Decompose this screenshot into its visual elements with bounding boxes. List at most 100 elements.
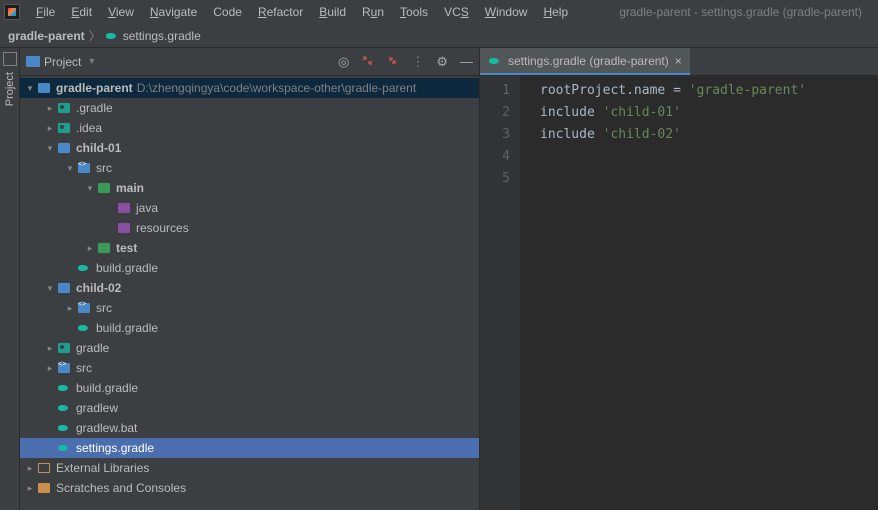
tree-build-gradle-root[interactable]: build.gradle	[20, 378, 479, 398]
folder-icon	[56, 343, 72, 353]
gradle-icon	[488, 56, 502, 66]
chevron-down-icon[interactable]: ▾	[89, 56, 94, 67]
chevron-right-icon[interactable]: ▸	[24, 483, 36, 494]
project-tree[interactable]: ▾ gradle-parent D:\zhengqingya\code\work…	[20, 76, 479, 510]
settings-icon[interactable]: ⚙	[436, 54, 448, 70]
chevron-down-icon[interactable]: ▾	[44, 143, 56, 154]
main-area: Project Project ▾ ◎ ⋮ ⚙ — ▾ grad	[0, 48, 878, 510]
menubar: File Edit View Navigate Code Refactor Bu…	[0, 0, 878, 24]
tree-java[interactable]: java	[20, 198, 479, 218]
folder-icon	[116, 223, 132, 233]
folder-icon	[56, 143, 72, 153]
chevron-right-icon[interactable]: ▸	[24, 463, 36, 474]
src-folder-icon	[76, 163, 92, 173]
tree-resources[interactable]: resources	[20, 218, 479, 238]
hide-icon[interactable]: —	[460, 54, 473, 69]
tree-child-02[interactable]: ▾ child-02	[20, 278, 479, 298]
editor-tabs: settings.gradle (gradle-parent) ×	[480, 48, 878, 76]
tree-main[interactable]: ▾ main	[20, 178, 479, 198]
menu-navigate[interactable]: Navigate	[142, 3, 205, 21]
tree-gradle-dir[interactable]: ▸ gradle	[20, 338, 479, 358]
close-icon[interactable]: ×	[675, 54, 682, 68]
project-view-icon	[26, 56, 40, 67]
breadcrumb-file[interactable]: settings.gradle	[123, 29, 201, 43]
tree-root[interactable]: ▾ gradle-parent D:\zhengqingya\code\work…	[20, 78, 479, 98]
tree-root-path: D:\zhengqingya\code\workspace-other\grad…	[137, 81, 417, 95]
tree-src-3[interactable]: ▸ src	[20, 358, 479, 378]
tree-external-libraries[interactable]: ▸ External Libraries	[20, 458, 479, 478]
folder-icon	[56, 283, 72, 293]
tree-gradlew[interactable]: gradlew	[20, 398, 479, 418]
project-tool-label[interactable]: Project	[4, 72, 16, 106]
library-icon	[36, 463, 52, 473]
tool-strip-left: Project	[0, 48, 20, 510]
folder-icon	[96, 183, 112, 193]
editor[interactable]: 1 2 3 4 5 rootProject.name = 'gradle-par…	[480, 76, 878, 510]
tree-dot-idea[interactable]: ▸ .idea	[20, 118, 479, 138]
gradle-icon	[76, 263, 92, 273]
tree-src-1[interactable]: ▾ src	[20, 158, 479, 178]
menu-file[interactable]: File	[28, 3, 63, 21]
chevron-down-icon[interactable]: ▾	[24, 83, 36, 94]
menu-help[interactable]: Help	[535, 3, 576, 21]
menu-run[interactable]: Run	[354, 3, 392, 21]
tree-dot-gradle[interactable]: ▸ .gradle	[20, 98, 479, 118]
project-panel-title[interactable]: Project	[44, 55, 81, 69]
project-tool-icon[interactable]	[3, 52, 17, 66]
app-icon	[4, 4, 20, 20]
tree-src-2[interactable]: ▸ src	[20, 298, 479, 318]
tree-build-gradle-1[interactable]: build.gradle	[20, 258, 479, 278]
editor-panel: settings.gradle (gradle-parent) × 1 2 3 …	[480, 48, 878, 510]
chevron-down-icon[interactable]: ▾	[44, 283, 56, 294]
window-title: gradle-parent - settings.gradle (gradle-…	[619, 5, 874, 19]
menu-code[interactable]: Code	[205, 3, 250, 21]
project-panel-header: Project ▾ ◎ ⋮ ⚙ —	[20, 48, 479, 76]
chevron-down-icon[interactable]: ▾	[64, 163, 76, 174]
menu-view[interactable]: View	[100, 3, 142, 21]
menu-edit[interactable]: Edit	[63, 3, 100, 21]
tree-build-gradle-2[interactable]: build.gradle	[20, 318, 479, 338]
expand-all-icon[interactable]	[361, 54, 374, 70]
gradle-icon	[76, 323, 92, 333]
gradle-icon	[56, 403, 72, 413]
collapse-all-icon[interactable]	[386, 54, 399, 70]
tree-scratches[interactable]: ▸ Scratches and Consoles	[20, 478, 479, 498]
project-panel: Project ▾ ◎ ⋮ ⚙ — ▾ gradle-parent D:\zhe…	[20, 48, 480, 510]
folder-icon	[56, 123, 72, 133]
folder-icon	[36, 83, 52, 93]
tree-child-01[interactable]: ▾ child-01	[20, 138, 479, 158]
gradle-icon	[56, 423, 72, 433]
folder-icon	[96, 243, 112, 253]
chevron-right-icon[interactable]: ▸	[44, 103, 56, 114]
chevron-right-icon[interactable]: ▸	[44, 363, 56, 374]
gradle-icon	[56, 383, 72, 393]
tree-gradlew-bat[interactable]: gradlew.bat	[20, 418, 479, 438]
divider: ⋮	[411, 54, 424, 70]
scratch-icon	[36, 483, 52, 493]
breadcrumb-sep: 〉	[89, 27, 101, 44]
chevron-down-icon[interactable]: ▾	[84, 183, 96, 194]
tree-settings-gradle[interactable]: settings.gradle	[20, 438, 479, 458]
target-icon[interactable]: ◎	[338, 54, 349, 70]
gradle-icon	[56, 443, 72, 453]
menu-build[interactable]: Build	[311, 3, 354, 21]
menu-refactor[interactable]: Refactor	[250, 3, 311, 21]
editor-tab-settings-gradle[interactable]: settings.gradle (gradle-parent) ×	[480, 48, 690, 75]
src-folder-icon	[76, 303, 92, 313]
breadcrumb-root[interactable]: gradle-parent	[8, 29, 85, 43]
tree-test[interactable]: ▸ test	[20, 238, 479, 258]
gradle-icon	[105, 31, 119, 41]
folder-icon	[56, 103, 72, 113]
chevron-right-icon[interactable]: ▸	[44, 343, 56, 354]
breadcrumb: gradle-parent 〉 settings.gradle	[0, 24, 878, 48]
chevron-right-icon[interactable]: ▸	[44, 123, 56, 134]
menu-window[interactable]: Window	[477, 3, 536, 21]
src-folder-icon	[56, 363, 72, 373]
chevron-right-icon[interactable]: ▸	[84, 243, 96, 254]
chevron-right-icon[interactable]: ▸	[64, 303, 76, 314]
menu-vcs[interactable]: VCS	[436, 3, 477, 21]
editor-code[interactable]: rootProject.name = 'gradle-parent' inclu…	[520, 76, 878, 510]
folder-icon	[116, 203, 132, 213]
menu-tools[interactable]: Tools	[392, 3, 436, 21]
tree-root-label: gradle-parent	[56, 81, 133, 95]
